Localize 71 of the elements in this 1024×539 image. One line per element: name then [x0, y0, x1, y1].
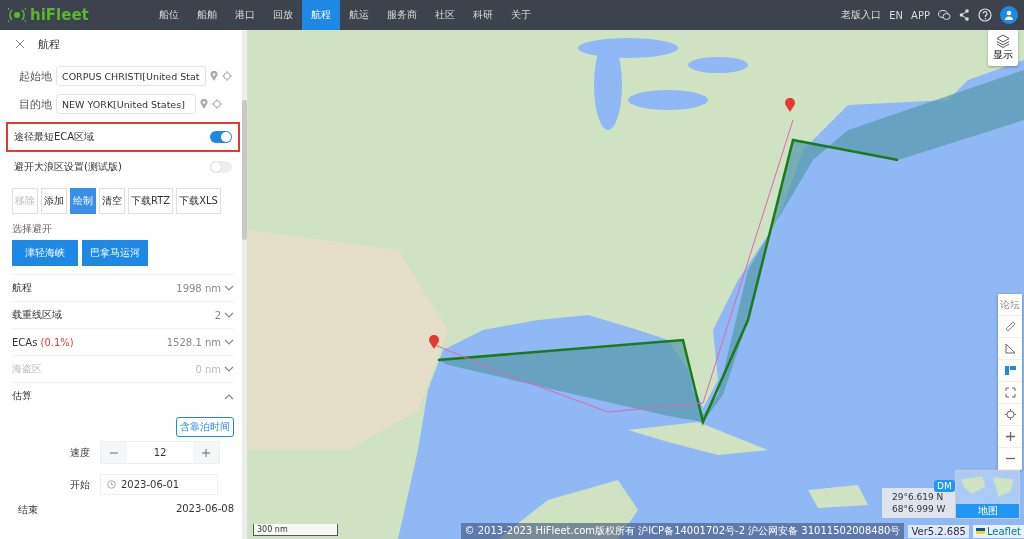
toggle-label: 避开大浪区设置(测试版) [14, 160, 122, 174]
nav-tab[interactable]: 社区 [426, 0, 464, 30]
stat-label: 估算 [12, 389, 32, 403]
stat-value: 1528.1 nm [166, 336, 221, 348]
nav-link[interactable]: 老版入口 [841, 8, 882, 22]
chevron-icon[interactable] [224, 366, 234, 372]
pin-icon [428, 335, 440, 349]
port-field[interactable]: NEW YORK[United States] [56, 94, 196, 114]
chevron-icon[interactable] [224, 339, 234, 345]
chevron-icon[interactable] [224, 393, 234, 400]
forum-button[interactable]: 论坛 [998, 294, 1022, 316]
flag-icon [975, 528, 985, 534]
action-button[interactable]: 下载RTZ [128, 188, 174, 214]
stat-value: 2 [214, 309, 221, 321]
close-icon[interactable] [16, 40, 24, 48]
berthing-time-button[interactable]: 含靠泊时间 [176, 417, 234, 437]
nav-link[interactable]: APP [911, 9, 930, 21]
nav-tab[interactable]: 关于 [502, 0, 540, 30]
pin-icon[interactable] [209, 71, 218, 81]
stat-label: 海盗区 [12, 362, 42, 376]
avoid-button[interactable]: 津轻海峡 [12, 240, 78, 266]
scrollbar-thumb[interactable] [242, 100, 247, 240]
action-button[interactable]: 下载XLS [176, 188, 221, 214]
layers-icon [996, 34, 1010, 48]
field-label: 结束 [18, 503, 38, 517]
stat-label: ECAs (0.1%) [12, 336, 74, 348]
nav-link[interactable]: EN [889, 9, 904, 21]
stat-value: 1998 nm [176, 282, 221, 294]
nav-tab[interactable]: 服务商 [378, 0, 426, 30]
section-label: 选择避开 [12, 222, 53, 236]
chevron-icon[interactable] [224, 312, 234, 318]
share-icon[interactable] [959, 9, 970, 21]
logo-text: hiFleet [30, 6, 89, 24]
copyright-text: © 2013-2023 HiFleet.com版权所有 沪ICP备14001702号-2 沪公网安备 31011502008480号 [460, 523, 905, 539]
stat-label: 航程 [12, 281, 32, 295]
nav-tab[interactable]: 回放 [264, 0, 302, 30]
chevron-icon[interactable] [224, 285, 234, 291]
panel-title: 航程 [38, 36, 60, 52]
toggle-switch[interactable] [210, 161, 232, 173]
pin-icon[interactable] [200, 99, 208, 109]
field-label: 开始 [70, 477, 90, 492]
chat-icon[interactable] [938, 9, 951, 21]
locate-icon[interactable] [212, 99, 222, 109]
pin-icon [784, 98, 796, 112]
nav-tab[interactable]: 航程 [302, 0, 340, 30]
action-button[interactable]: 清空 [99, 188, 125, 214]
field-label: 目的地 [18, 96, 52, 112]
avatar-icon[interactable] [1000, 6, 1018, 24]
stat-label: 载重线区域 [12, 308, 62, 322]
logo-icon [8, 8, 26, 22]
nav-tab[interactable]: 船舶 [188, 0, 226, 30]
scale-bar: 300 nm [253, 524, 338, 536]
stat-value: 0 nm [195, 363, 221, 375]
date-field[interactable]: 2023-06-01 [100, 474, 218, 495]
end-date: 2023-06-08 [175, 503, 234, 516]
nav-tab[interactable]: 船位 [150, 0, 188, 30]
port-field[interactable]: CORPUS CHRISTI[United Stat [56, 66, 206, 86]
help-icon[interactable] [978, 8, 992, 22]
nav-tab[interactable]: 科研 [464, 0, 502, 30]
action-button[interactable]: 添加 [41, 188, 67, 214]
nav-tab[interactable]: 港口 [226, 0, 264, 30]
toggle-label: 途径最短ECA区域 [14, 130, 95, 144]
field-label: 速度 [70, 445, 90, 460]
toggle-switch[interactable] [210, 131, 232, 143]
avoid-button[interactable]: 巴拿马运河 [82, 240, 148, 266]
field-label: 起始地 [18, 68, 52, 84]
locate-icon[interactable] [221, 71, 232, 81]
layers-button[interactable]: 显示 [988, 30, 1018, 66]
nav-tab[interactable]: 航运 [340, 0, 378, 30]
clock-icon [107, 480, 116, 489]
coordinates-readout: 29°6.619 N 68°6.999 W [882, 488, 956, 518]
